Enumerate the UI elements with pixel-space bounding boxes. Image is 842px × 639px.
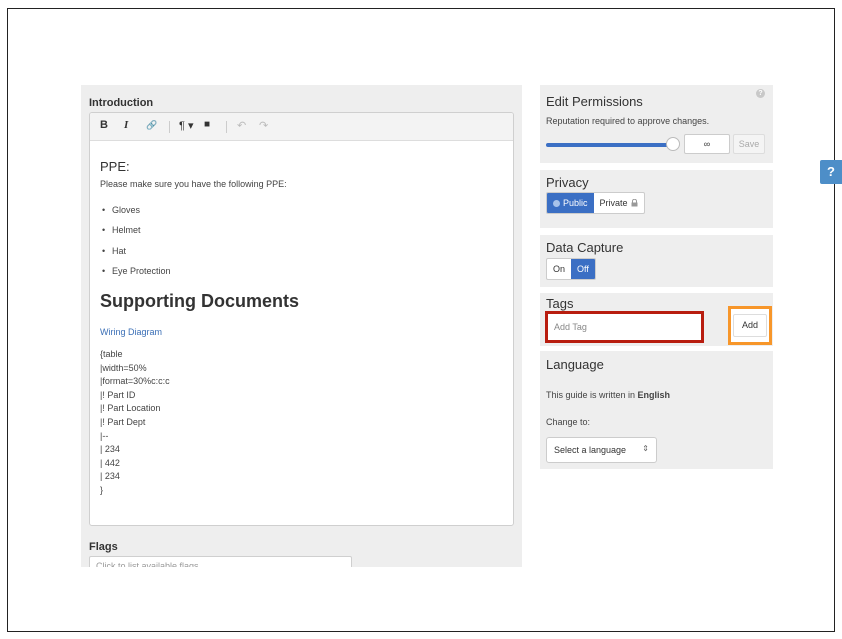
off-option[interactable]: Off [571, 259, 595, 279]
help-icon[interactable]: ? [756, 89, 765, 98]
privacy-title: Privacy [546, 175, 589, 190]
reputation-subtitle: Reputation required to approve changes. [546, 116, 710, 126]
introduction-editor[interactable]: B I 🔗 ¶ ▾ ■ ↶ ↷ PPE: Please make sure yo… [89, 112, 514, 526]
reputation-value-input[interactable]: ∞ [684, 134, 730, 154]
privacy-toggle: Public Private [546, 192, 645, 214]
language-title: Language [546, 357, 604, 372]
redo-icon[interactable]: ↷ [259, 119, 268, 132]
markup-line: | 234 [100, 471, 120, 482]
floating-help-button[interactable]: ? [820, 160, 842, 184]
editor-content[interactable]: PPE: Please make sure you have the follo… [90, 142, 513, 525]
add-tag-input[interactable]: Add Tag [545, 311, 704, 343]
markup-line: |! Part ID [100, 389, 136, 400]
markup-line: | 234 [100, 444, 120, 455]
markup-line: } [100, 484, 104, 495]
private-label: Private [599, 198, 628, 208]
table-markup: {table |width=50% |format=30%c:c:c |! Pa… [100, 348, 300, 498]
bold-button[interactable]: B [100, 119, 108, 131]
language-card: Language This guide is written in Englis… [540, 351, 773, 469]
privacy-card: Privacy Public Private [540, 170, 773, 228]
ppe-description: Please make sure you have the following … [100, 179, 287, 189]
wiring-diagram-link[interactable]: Wiring Diagram [100, 327, 162, 337]
edit-permissions-card: Edit Permissions ? Reputation required t… [540, 85, 773, 163]
markup-line: |! Part Location [100, 403, 161, 414]
edit-permissions-title: Edit Permissions [546, 94, 643, 109]
lock-icon [631, 199, 638, 207]
reputation-slider-handle[interactable] [666, 137, 680, 151]
list-item: Gloves [102, 205, 140, 215]
public-label: Public [563, 198, 588, 208]
list-item: Eye Protection [102, 266, 170, 276]
add-tag-placeholder: Add Tag [554, 322, 587, 332]
public-option[interactable]: Public [547, 193, 594, 213]
video-icon[interactable]: ■ [204, 119, 210, 130]
markup-line: |! Part Dept [100, 416, 146, 427]
list-item: Hat [102, 246, 126, 256]
data-capture-card: Data Capture On Off [540, 235, 773, 287]
language-select-value: Select a language [554, 445, 627, 455]
data-capture-title: Data Capture [546, 240, 624, 255]
language-select[interactable]: Select a language ⇕ [546, 437, 657, 463]
data-capture-toggle: On Off [546, 258, 596, 280]
markup-line: |width=50% [100, 362, 147, 373]
tags-title: Tags [546, 296, 574, 311]
flags-input[interactable]: Click to list available flags... [89, 556, 352, 567]
paragraph-dropdown[interactable]: ¶ ▾ [179, 119, 194, 132]
globe-icon [553, 199, 560, 207]
editor-toolbar: B I 🔗 ¶ ▾ ■ ↶ ↷ [90, 113, 513, 141]
markup-line: {table [100, 349, 123, 359]
reputation-slider-track[interactable] [546, 143, 670, 147]
save-button[interactable]: Save [733, 134, 765, 154]
introduction-label: Introduction [89, 97, 154, 109]
language-written-prefix: This guide is written in [546, 390, 638, 400]
supporting-documents-heading: Supporting Documents [100, 291, 299, 311]
select-arrows-icon: ⇕ [642, 444, 649, 453]
italic-button[interactable]: I [124, 119, 128, 131]
ppe-heading: PPE: [100, 159, 130, 174]
flags-label: Flags [89, 541, 118, 553]
link-icon[interactable]: 🔗 [146, 120, 157, 131]
private-option[interactable]: Private [594, 193, 644, 213]
current-language: English [637, 390, 671, 400]
markup-line: |-- [100, 430, 109, 441]
add-tag-highlight: Add [728, 306, 772, 345]
markup-line: | 442 [100, 457, 120, 468]
change-to-label: Change to: [546, 417, 591, 427]
undo-icon[interactable]: ↶ [237, 119, 246, 132]
markup-line: |format=30%c:c:c [100, 376, 170, 387]
list-item: Helmet [102, 225, 140, 235]
language-written-text: This guide is written in English [546, 390, 670, 400]
on-option[interactable]: On [547, 259, 571, 279]
toolbar-divider [169, 121, 170, 133]
toolbar-divider [226, 121, 227, 133]
add-tag-button[interactable]: Add [733, 314, 767, 337]
introduction-panel: Introduction B I 🔗 ¶ ▾ ■ ↶ ↷ PPE: Please… [81, 85, 522, 567]
